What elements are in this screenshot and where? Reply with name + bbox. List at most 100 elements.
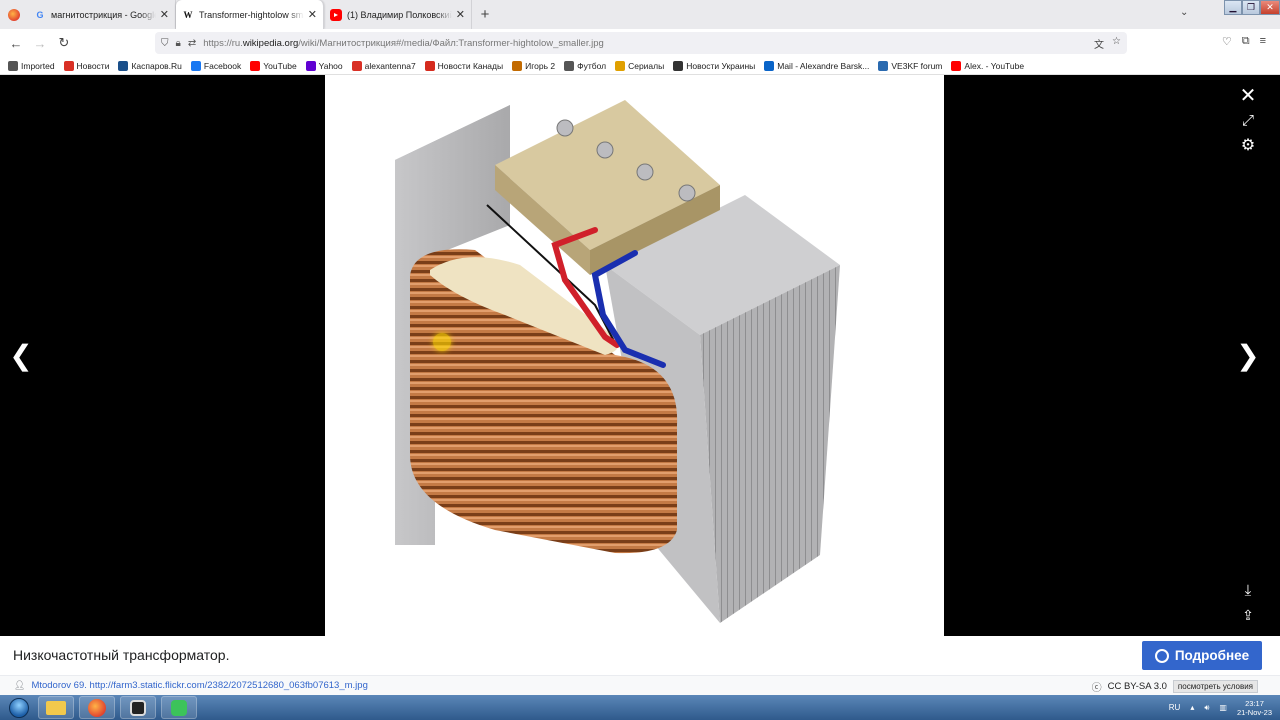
yahoo-icon: [305, 60, 316, 71]
license-link[interactable]: CC BY-SA 3.0: [1108, 681, 1167, 692]
more-details-button[interactable]: Подробнее: [1142, 641, 1262, 670]
tray-expand-icon[interactable]: ▴: [1190, 703, 1194, 712]
forward-button[interactable]: →: [28, 31, 52, 55]
forum-icon: [878, 60, 889, 71]
taskbar-camera-app[interactable]: [120, 696, 156, 719]
close-tab-icon[interactable]: ✕: [456, 8, 465, 21]
terminal-screw: [556, 119, 574, 137]
facebook-icon: [190, 60, 201, 71]
translate-icon[interactable]: 文: [1094, 36, 1104, 51]
bookmark-star-icon[interactable]: ☆: [1112, 36, 1121, 51]
commons-icon: [1154, 648, 1169, 663]
person-icon: [512, 60, 523, 71]
close-viewer-button[interactable]: ✕: [1238, 84, 1258, 107]
url-text[interactable]: https://ru.wikipedia.org/wiki/Магнитостр…: [203, 38, 604, 49]
download-icon: ⤓: [1244, 581, 1252, 599]
arrow-right-icon: →: [33, 35, 47, 51]
bookmark-item[interactable]: VE3KF forum: [878, 60, 942, 71]
taskbar-firefox[interactable]: [79, 696, 115, 719]
close-tab-icon[interactable]: ✕: [160, 8, 169, 21]
terminal-screw: [596, 141, 614, 159]
maximize-button[interactable]: ❐: [1242, 0, 1260, 15]
settings-button[interactable]: ⚙: [1238, 135, 1258, 155]
clock[interactable]: 23:17 21-Nov-23: [1237, 699, 1272, 717]
taskbar-green-app[interactable]: [161, 696, 197, 719]
close-tab-icon[interactable]: ✕: [308, 8, 317, 21]
toolbar-right: ♡ ⧉ ≡: [1222, 35, 1266, 48]
bookmark-item[interactable]: Alex. - YouTube: [951, 60, 1024, 71]
permissions-icon[interactable]: ⇄: [188, 38, 196, 49]
outlook-icon: [764, 60, 775, 71]
source-link[interactable]: http://farm3.static.flickr.com/2382/2072…: [90, 680, 368, 691]
next-image-button[interactable]: ❯: [1233, 335, 1263, 375]
bookmark-item[interactable]: Сериалы: [615, 60, 664, 71]
chevron-down-icon[interactable]: ⌄: [1180, 7, 1188, 18]
windows-taskbar: RU ▴ 🔊︎ ▥ 23:17 21-Nov-23: [0, 695, 1280, 720]
tab-google-search[interactable]: G магнитострикция - Google Se ✕: [28, 0, 176, 29]
firefox-icon: [8, 8, 20, 21]
pocket-icon[interactable]: ♡: [1222, 35, 1232, 48]
tab-label: (1) Владимир Полковский - Yo: [347, 9, 452, 20]
expand-icon: ⤢: [1241, 111, 1254, 129]
page-icon: [673, 60, 684, 71]
tab-youtube[interactable]: (1) Владимир Полковский - Yo ✕: [324, 0, 472, 29]
cc-icon: ⓒ: [1091, 683, 1102, 694]
fullscreen-button[interactable]: ⤢: [1238, 110, 1258, 130]
firefox-view-button[interactable]: [0, 0, 28, 29]
chevron-left-icon: ❮: [9, 339, 33, 371]
chevron-right-icon: ❯: [1236, 339, 1260, 371]
window-close-button[interactable]: ✕: [1260, 0, 1280, 15]
author-link[interactable]: Mtodorov 69.: [31, 680, 86, 691]
maple-leaf-icon: [424, 60, 435, 71]
camera-icon: [130, 699, 146, 716]
minimize-button[interactable]: ▁: [1224, 0, 1242, 15]
extensions-icon[interactable]: ⧉: [1242, 35, 1250, 48]
bookmark-item[interactable]: Imported: [8, 60, 55, 71]
bookmark-item[interactable]: Mail - Alexandre Barsk...: [764, 60, 869, 71]
k-icon: [63, 60, 74, 71]
transformer-illustration: [395, 100, 840, 623]
previous-image-button[interactable]: ❮: [6, 335, 36, 375]
youtube-icon: [250, 60, 261, 71]
address-bar[interactable]: ⛉ 🔒︎ ⇄ https://ru.wikipedia.org/wiki/Маг…: [155, 32, 1127, 54]
reload-button[interactable]: ↻: [52, 31, 76, 55]
app-icon: [171, 699, 187, 716]
bookmark-item[interactable]: alexantenna7: [351, 60, 416, 71]
bookmark-item[interactable]: Новости Украины: [673, 60, 755, 71]
bookmark-item[interactable]: Новости Канады: [424, 60, 503, 71]
tab-label: магнитострикция - Google Se: [51, 9, 156, 20]
media-viewer: ❮ ❯ ✕ ⤢ ⚙ ⤓ ⇪: [0, 75, 1280, 636]
bookmark-item[interactable]: Facebook: [190, 60, 241, 71]
bookmark-item[interactable]: Игорь 2: [512, 60, 555, 71]
view-terms-button[interactable]: посмотреть условия: [1172, 680, 1258, 693]
bookmark-item[interactable]: Новости: [63, 60, 109, 71]
back-button[interactable]: ←: [4, 31, 28, 55]
volume-icon[interactable]: 🔊︎: [1204, 703, 1209, 713]
shield-icon[interactable]: ⛉: [161, 38, 169, 49]
start-button[interactable]: [0, 695, 38, 720]
bookmark-item[interactable]: Каспаров.Ru: [118, 60, 182, 71]
network-icon[interactable]: ▥: [1219, 703, 1227, 712]
taskbar-explorer[interactable]: [38, 696, 74, 719]
share-button[interactable]: ⇪: [1238, 605, 1258, 625]
menu-icon[interactable]: ≡: [1260, 35, 1266, 48]
new-tab-button[interactable]: +: [472, 0, 498, 29]
bookmark-item[interactable]: YouTube: [250, 60, 297, 71]
terminal-screw: [678, 184, 696, 202]
language-indicator[interactable]: RU: [1169, 703, 1181, 712]
caption-bar: Низкочастотный трансформатор. Подробнее: [0, 636, 1280, 675]
transformer-image: [325, 75, 944, 636]
close-icon: ✕: [1239, 84, 1257, 107]
download-button[interactable]: ⤓: [1238, 580, 1258, 600]
bookmark-item[interactable]: Футбол: [564, 60, 606, 71]
lock-icon[interactable]: 🔒︎: [176, 38, 181, 49]
reload-icon: ↻: [58, 35, 70, 50]
tab-wikipedia[interactable]: W Transformer-hightolow smaller ✕: [176, 0, 324, 29]
google-icon: G: [36, 9, 44, 20]
tab-strip: G магнитострикция - Google Se ✕ W Transf…: [0, 0, 1280, 29]
bookmark-item[interactable]: Yahoo: [305, 60, 343, 71]
folder-icon: [46, 700, 66, 715]
system-tray: RU ▴ 🔊︎ ▥ 23:17 21-Nov-23: [1169, 695, 1272, 720]
window-controls: ▁ ❐ ✕: [1224, 0, 1280, 15]
gmail-icon: [351, 60, 362, 71]
